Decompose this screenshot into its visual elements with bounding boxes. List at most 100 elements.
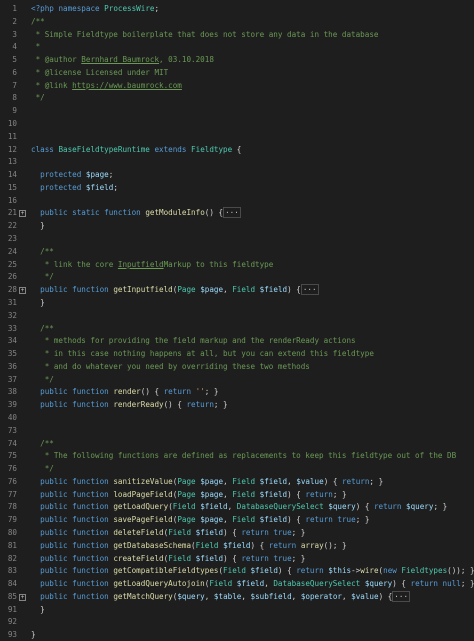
code-text: public function loadPageField(Page $page… [31, 489, 474, 501]
code-token: ) { [355, 502, 374, 512]
code-line[interactable]: 36 * and do whatever you need by overrid… [0, 361, 474, 373]
code-line[interactable]: 75 * The following functions are defined… [0, 450, 474, 462]
code-token: * @link [31, 80, 73, 90]
code-line[interactable]: 11 [0, 131, 474, 143]
code-token: $table [213, 591, 242, 601]
line-number: 13 [7, 157, 17, 167]
code-token: public function [40, 476, 109, 486]
folded-region-marker[interactable]: ··· [223, 207, 241, 219]
folded-region-marker[interactable]: ··· [392, 590, 411, 602]
code-line[interactable]: 24 /** [0, 246, 474, 258]
code-token: getModuleInfo [145, 208, 205, 218]
code-line[interactable]: 85 + public function getMatchQuery($query… [0, 590, 474, 603]
line-number: 16 [7, 195, 17, 205]
code-line[interactable]: 12 class BaseFieldtypeRuntime extends Fie… [0, 144, 474, 156]
code-line[interactable]: 84 public function getLoadQueryAutojoin(… [0, 578, 474, 590]
code-text: * link the core InputfieldMarkup to this… [31, 259, 474, 271]
code-line[interactable]: 23 [0, 233, 474, 245]
code-token: public function [40, 527, 109, 537]
line-number: 93 [7, 630, 17, 640]
code-line[interactable]: 80 public function deleteField(Field $fi… [0, 527, 474, 539]
code-token[interactable]: Inputfield [118, 260, 164, 269]
code-line[interactable]: 81 public function getDatabaseSchema(Fie… [0, 540, 474, 552]
code-token: BaseFieldtypeRuntime [58, 144, 150, 154]
code-line[interactable]: 7 * @link https://www.baumrock.com [0, 80, 474, 92]
code-token: $page [200, 285, 224, 295]
code-token: createField [113, 553, 164, 563]
code-line[interactable]: 14 protected $page; [0, 169, 474, 181]
code-line[interactable]: 73 [0, 425, 474, 437]
code-line[interactable]: 13 [0, 156, 474, 168]
code-token: , [223, 285, 233, 295]
code-line[interactable]: 33 /** [0, 323, 474, 335]
line-number: 5 [12, 55, 17, 65]
code-token: Page [177, 285, 196, 295]
code-token[interactable]: Bernhard Baumrock [81, 55, 159, 64]
code-line[interactable]: 10 [0, 118, 474, 130]
fold-expand-icon[interactable]: + [19, 287, 26, 295]
code-line[interactable]: 28 + public function getInputfield(Page $… [0, 284, 474, 296]
code-token: * @license Licensed under MIT [31, 67, 169, 77]
code-line[interactable]: 82 public function createField(Field $fi… [0, 553, 474, 565]
code-token: ; [108, 170, 114, 180]
code-token: ) { [223, 527, 242, 537]
code-line[interactable]: 74 /** [0, 438, 474, 450]
code-line[interactable]: 78 public function getLoadQuery(Field $f… [0, 501, 474, 513]
code-line[interactable]: 6 * @license Licensed under MIT [0, 67, 474, 79]
code-line[interactable]: 92 [0, 616, 474, 628]
code-token: Page [177, 476, 196, 486]
code-token: Field [195, 540, 219, 550]
fold-expand-icon[interactable]: + [19, 593, 26, 601]
code-token: ; } [369, 476, 384, 486]
code-token: ; [154, 4, 160, 13]
code-line[interactable]: 76 */ [0, 463, 474, 475]
code-line[interactable]: 38 public function render() { return '';… [0, 386, 474, 398]
code-line[interactable]: 39 public function renderReady() { retur… [0, 399, 474, 411]
code-token: } [31, 297, 45, 307]
code-line[interactable]: 31 } [0, 297, 474, 309]
code-line[interactable]: 25 * link the core InputfieldMarkup to t… [0, 259, 474, 271]
code-line[interactable]: 32 [0, 310, 474, 322]
code-line[interactable]: 77 public function loadPageField(Page $p… [0, 489, 474, 501]
code-line[interactable]: 40 [0, 412, 474, 424]
code-editor[interactable]: 1 <?php namespace ProcessWire; 2 /** 3 * Sim… [0, 0, 474, 639]
code-line[interactable]: 22 } [0, 220, 474, 232]
code-line[interactable]: 9 [0, 105, 474, 117]
line-number: 78 [7, 502, 17, 512]
code-line[interactable]: 35 * in this case nothing happens at all… [0, 348, 474, 360]
code-text: public function getDatabaseSchema(Field … [31, 540, 474, 552]
code-token: $field [85, 182, 114, 192]
code-token: (); } [323, 540, 347, 550]
code-line[interactable]: 3 * Simple Fieldtype boilerplate that do… [0, 29, 474, 41]
code-token: $query [177, 591, 205, 601]
code-token: * in this case nothing happens at all, b… [31, 349, 374, 359]
code-token: return true [241, 527, 292, 537]
code-line[interactable]: 4 * [0, 41, 474, 53]
code-line[interactable]: 76 public function sanitizeValue(Page $p… [0, 476, 474, 488]
code-token: return [373, 502, 402, 512]
folded-region-marker[interactable]: ··· [300, 284, 319, 296]
code-line[interactable]: 26 */ [0, 271, 474, 283]
code-line[interactable]: 34 * methods for providing the field mar… [0, 335, 474, 347]
code-line[interactable]: 5 * @author Bernhard Baumrock, 03.10.201… [0, 54, 474, 66]
code-token[interactable]: https://www.baumrock.com [72, 81, 182, 90]
code-line[interactable]: 1 <?php namespace ProcessWire; [0, 3, 474, 15]
code-line[interactable]: 37 */ [0, 374, 474, 386]
code-text: public function getMatchQuery($query, $t… [31, 590, 474, 603]
code-token: ) { [378, 591, 393, 601]
code-line[interactable]: 83 public function getCompatibleFieldtyp… [0, 565, 474, 577]
code-line[interactable]: 93} [0, 629, 474, 641]
code-line[interactable]: 15 protected $field; [0, 182, 474, 194]
line-number: 81 [7, 540, 17, 550]
fold-expand-icon[interactable]: + [19, 210, 26, 218]
code-token: public function [40, 400, 109, 410]
code-line[interactable]: 91 } [0, 604, 474, 616]
code-token: $page [200, 476, 224, 486]
code-line[interactable]: 2 /** [0, 16, 474, 28]
line-number: 32 [7, 310, 17, 320]
code-line[interactable]: 16 [0, 195, 474, 207]
code-line[interactable]: 8 */ [0, 92, 474, 104]
code-line[interactable]: 21 + public static function getModuleInfo… [0, 207, 474, 219]
code-line[interactable]: 79 public function savePageField(Page $p… [0, 514, 474, 526]
